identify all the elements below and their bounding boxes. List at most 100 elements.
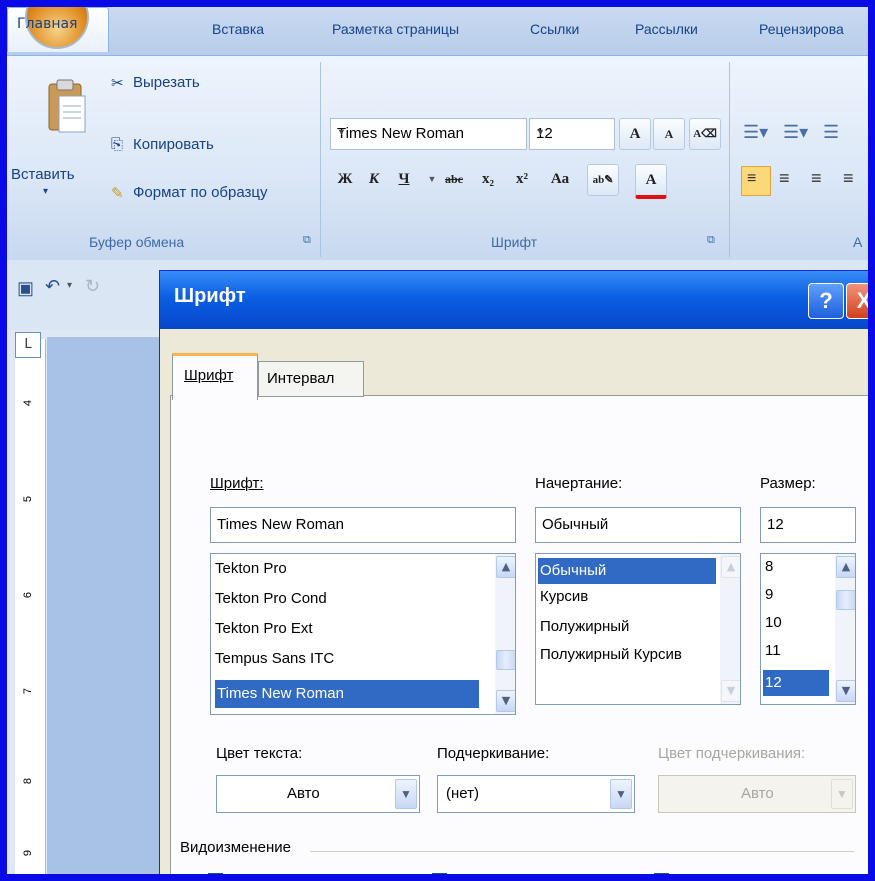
- list-item[interactable]: 8: [765, 558, 773, 580]
- font-color-icon[interactable]: A: [635, 164, 667, 199]
- list-item[interactable]: Полужирный: [540, 618, 629, 640]
- paste-dropdown-icon[interactable]: ▾: [43, 186, 48, 197]
- scroll-down-icon[interactable]: ▼: [496, 690, 515, 712]
- effect-checkbox[interactable]: [654, 873, 669, 874]
- list-item[interactable]: 11: [765, 642, 781, 664]
- scroll-down-icon[interactable]: ▼: [721, 680, 740, 702]
- scroll-up-icon[interactable]: ▲: [721, 556, 740, 578]
- font-launcher-icon[interactable]: ⧉: [707, 234, 715, 247]
- numbering-icon[interactable]: ☰▾: [783, 122, 808, 143]
- ribbon-tab-bar: Главная Вставка Разметка страницы Ссылки…: [7, 7, 868, 55]
- font-dialog: Шрифт ? X Шрифт Интервал Шрифт: Times Ne…: [159, 270, 868, 874]
- dialog-title: Шрифт: [174, 285, 246, 307]
- style-list[interactable]: Обычный Курсив Полужирный Полужирный Кур…: [535, 553, 741, 705]
- ruler-mark: 6: [22, 591, 35, 599]
- chevron-down-icon[interactable]: ▾: [67, 280, 72, 291]
- scrollbar[interactable]: ▲ ▼: [720, 554, 740, 704]
- font-name-combo[interactable]: Times New Roman ▼: [330, 118, 527, 150]
- tab-mailings[interactable]: Рассылки: [635, 21, 698, 37]
- justify-icon[interactable]: ≡: [843, 168, 854, 189]
- ribbon: Вставить ▾ ✂ Вырезать ⎘ Копировать ✎ Фор…: [7, 55, 868, 262]
- scroll-thumb[interactable]: [496, 650, 515, 670]
- list-item[interactable]: Курсив: [540, 588, 588, 610]
- format-painter-button[interactable]: Формат по образцу: [133, 184, 268, 201]
- multilevel-list-icon[interactable]: ☰: [823, 122, 839, 143]
- cut-icon[interactable]: ✂: [111, 74, 124, 92]
- size-list[interactable]: 8 9 10 11 12 ▲ ▼: [760, 553, 856, 705]
- scrollbar[interactable]: ▲ ▼: [495, 554, 515, 714]
- underline-label: Подчеркивание:: [437, 745, 550, 762]
- list-item[interactable]: 9: [765, 586, 773, 608]
- format-painter-icon[interactable]: ✎: [111, 184, 124, 202]
- scroll-up-icon[interactable]: ▲: [496, 556, 515, 578]
- help-button[interactable]: ?: [808, 283, 844, 319]
- scroll-down-icon[interactable]: ▼: [836, 680, 855, 702]
- highlight-icon[interactable]: ab✎: [587, 164, 619, 196]
- scroll-up-icon[interactable]: ▲: [836, 556, 855, 578]
- clear-format-icon[interactable]: A⌫: [689, 118, 721, 150]
- list-item[interactable]: Полужирный Курсив: [540, 646, 682, 668]
- italic-button[interactable]: К: [359, 164, 389, 194]
- change-case-button[interactable]: Aa: [545, 164, 575, 194]
- scroll-thumb[interactable]: [836, 590, 855, 610]
- subscript-button[interactable]: x₂: [473, 164, 503, 194]
- tab-page-layout[interactable]: Разметка страницы: [332, 21, 459, 37]
- paste-button[interactable]: Вставить: [11, 166, 75, 183]
- effect-checkbox[interactable]: [432, 873, 447, 874]
- size-input[interactable]: 12: [760, 507, 856, 543]
- size-value: 12: [767, 516, 784, 533]
- font-name-input[interactable]: Times New Roman: [210, 507, 516, 543]
- tab-insert[interactable]: Вставка: [212, 21, 264, 37]
- close-button[interactable]: X: [846, 283, 868, 319]
- dialog-title-bar[interactable]: Шрифт ? X: [160, 271, 868, 329]
- copy-button[interactable]: Копировать: [133, 136, 214, 153]
- list-item-selected[interactable]: Times New Roman: [215, 680, 479, 708]
- list-item[interactable]: Tempus Sans ITC: [215, 650, 334, 672]
- dialog-tab-font[interactable]: Шрифт: [172, 353, 258, 400]
- grow-font-button[interactable]: A: [619, 118, 651, 150]
- scrollbar[interactable]: ▲ ▼: [835, 554, 855, 704]
- bullets-icon[interactable]: ☰▾: [743, 122, 768, 143]
- list-item[interactable]: Tekton Pro: [215, 560, 287, 582]
- redo-icon[interactable]: ↻: [85, 276, 100, 297]
- align-center-icon[interactable]: ≡: [779, 168, 790, 189]
- copy-icon[interactable]: ⎘: [111, 136, 123, 153]
- list-item[interactable]: 10: [765, 614, 782, 636]
- underline-button[interactable]: Ч: [389, 164, 419, 194]
- tab-review[interactable]: Рецензирова: [759, 21, 844, 37]
- save-icon[interactable]: ▣: [17, 278, 34, 299]
- font-size-combo[interactable]: 12 ▼: [529, 118, 615, 150]
- strikethrough-button[interactable]: abc: [439, 164, 469, 194]
- tab-label: Главная: [17, 16, 78, 32]
- paste-icon[interactable]: [47, 78, 87, 136]
- style-value: Обычный: [542, 516, 609, 533]
- shrink-font-button[interactable]: A: [653, 118, 685, 150]
- underline-color-dropdown[interactable]: Авто ▼: [658, 775, 856, 813]
- text-color-label: Цвет текста:: [216, 745, 303, 762]
- clipboard-launcher-icon[interactable]: ⧉: [303, 234, 311, 247]
- list-item-selected[interactable]: Обычный: [538, 558, 716, 584]
- underline-dropdown[interactable]: (нет) ▼: [437, 775, 635, 813]
- superscript-button[interactable]: x²: [507, 164, 537, 194]
- align-right-icon[interactable]: ≡: [811, 168, 822, 189]
- list-item[interactable]: Tekton Pro Cond: [215, 590, 327, 612]
- chevron-down-icon: ▼: [610, 779, 632, 809]
- list-item[interactable]: Tekton Pro Ext: [215, 620, 313, 642]
- group-separator: [729, 62, 730, 257]
- effect-checkbox[interactable]: [208, 873, 223, 874]
- tab-selector-button[interactable]: L: [15, 332, 41, 358]
- align-left-button[interactable]: ≡: [741, 166, 771, 196]
- tab-references[interactable]: Ссылки: [530, 21, 579, 37]
- cut-button[interactable]: Вырезать: [133, 74, 200, 91]
- text-color-dropdown[interactable]: Авто ▼: [216, 775, 420, 813]
- underline-value: (нет): [446, 785, 479, 802]
- underline-color-value: Авто: [741, 785, 774, 802]
- dialog-tab-spacing[interactable]: Интервал: [258, 361, 364, 397]
- style-input[interactable]: Обычный: [535, 507, 741, 543]
- chevron-down-icon: ▼: [536, 127, 545, 137]
- font-list[interactable]: Tekton Pro Tekton Pro Cond Tekton Pro Ex…: [210, 553, 516, 715]
- bold-button[interactable]: Ж: [330, 164, 360, 194]
- list-item-selected[interactable]: 12: [763, 670, 829, 696]
- undo-icon[interactable]: ↶: [45, 276, 60, 297]
- chevron-down-icon: ▼: [337, 127, 346, 137]
